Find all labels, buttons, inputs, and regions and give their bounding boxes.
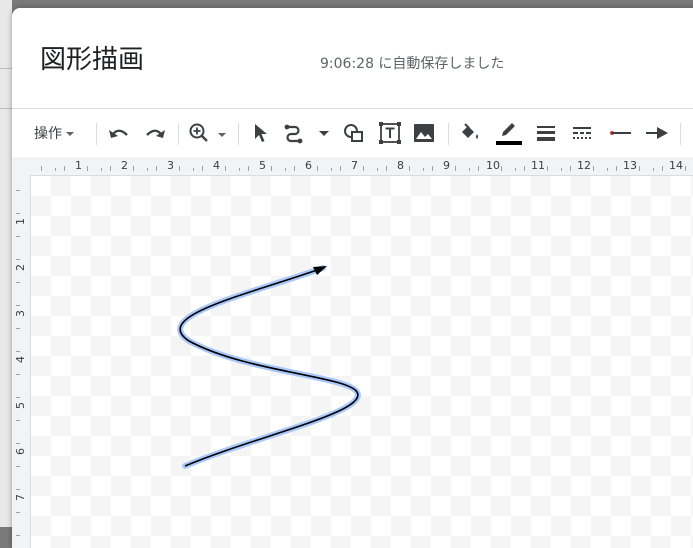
shape-button[interactable] xyxy=(342,117,366,149)
zoom-button[interactable] xyxy=(188,117,228,149)
undo-icon xyxy=(109,129,128,138)
line-weight-icon xyxy=(537,126,555,141)
toolbar-divider xyxy=(238,123,239,145)
select-button[interactable] xyxy=(249,117,271,149)
image-button[interactable] xyxy=(412,117,436,149)
vertical-ruler: 1 2 3 4 5 6 7 xyxy=(12,175,31,548)
actions-menu-label: 操作 xyxy=(34,126,62,142)
ruler-top-label: 4 xyxy=(213,159,220,172)
background-document-edge xyxy=(0,0,12,527)
zoom-icon xyxy=(189,123,226,142)
dialog-title: 図形描画 xyxy=(40,45,145,75)
line-color-swatch xyxy=(496,141,522,145)
shape-icon xyxy=(344,124,363,142)
ruler-left-label: 3 xyxy=(14,310,27,317)
line-color-icon xyxy=(496,123,522,145)
ruler-top-label: 11 xyxy=(531,159,545,172)
textbox-button[interactable] xyxy=(378,117,402,149)
line-dash-button[interactable] xyxy=(570,117,594,149)
toolbar-divider xyxy=(96,123,97,145)
ruler-top-label: 1 xyxy=(75,159,82,172)
autosave-status: 9:06:28 に自動保存しました xyxy=(320,56,505,72)
fill-color-button[interactable] xyxy=(458,117,482,149)
ruler-left-label: 7 xyxy=(14,494,27,501)
drawing-dialog: 図形描画 9:06:28 に自動保存しました 操作 1 2 3 4 5 6 7 … xyxy=(12,8,693,548)
toolbar-divider xyxy=(178,123,179,145)
ruler-top-label: 7 xyxy=(351,159,358,172)
redo-button[interactable] xyxy=(142,117,168,149)
ruler-left-label: 2 xyxy=(14,264,27,271)
line-tool-button[interactable] xyxy=(282,117,336,149)
ruler-top-label: 5 xyxy=(259,159,266,172)
toolbar: 操作 xyxy=(12,108,693,158)
ruler-top-label: 6 xyxy=(305,159,312,172)
line-end-icon xyxy=(646,127,668,139)
ruler-left-label: 5 xyxy=(14,402,27,409)
toolbar-divider xyxy=(448,123,449,145)
fill-color-icon xyxy=(462,123,478,139)
line-dash-icon xyxy=(573,127,591,139)
ruler-left-label: 1 xyxy=(14,218,27,225)
ruler-top-label: 2 xyxy=(121,159,128,172)
dropdown-caret-icon xyxy=(66,132,74,136)
ruler-top-label: 14 xyxy=(669,159,683,172)
line-end-button[interactable] xyxy=(644,117,670,149)
toolbar-divider xyxy=(680,123,681,145)
drawing-canvas[interactable] xyxy=(31,176,693,548)
line-weight-button[interactable] xyxy=(534,117,558,149)
curve-line xyxy=(179,267,359,467)
curved-arrow[interactable] xyxy=(31,176,693,548)
line-start-icon xyxy=(610,131,631,135)
ruler-top-label: 3 xyxy=(167,159,174,172)
ruler-left-label: 6 xyxy=(14,448,27,455)
ruler-top-label: 8 xyxy=(397,159,404,172)
line-color-button[interactable] xyxy=(493,117,525,149)
ruler-top-label: 12 xyxy=(577,159,591,172)
ruler-left-label: 4 xyxy=(14,356,27,363)
image-icon xyxy=(414,124,434,142)
ruler-top-label: 9 xyxy=(443,159,450,172)
horizontal-ruler: 1 2 3 4 5 6 7 8 9 10 11 12 13 14 xyxy=(12,157,693,176)
textbox-icon xyxy=(379,122,401,144)
line-icon xyxy=(284,124,329,144)
actions-menu-button[interactable]: 操作 xyxy=(34,117,75,149)
line-start-button[interactable] xyxy=(608,117,634,149)
ruler-top-label: 10 xyxy=(486,159,500,172)
undo-button[interactable] xyxy=(106,117,132,149)
redo-icon xyxy=(146,129,165,138)
ruler-top-label: 13 xyxy=(623,159,637,172)
select-icon xyxy=(255,124,267,142)
